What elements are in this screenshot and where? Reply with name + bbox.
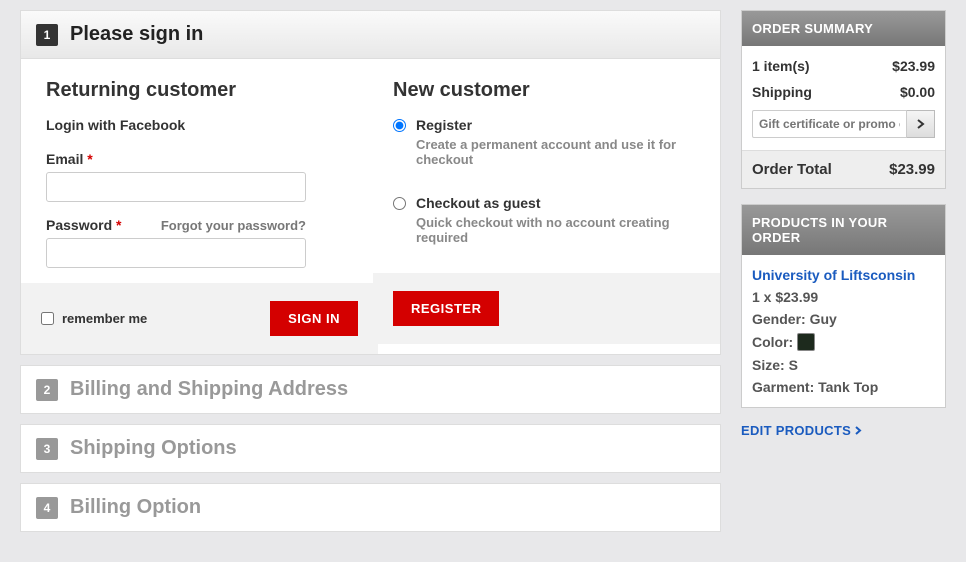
color-swatch — [797, 333, 815, 351]
step-billing-panel[interactable]: 2 Billing and Shipping Address — [20, 365, 721, 414]
step-2-number: 2 — [36, 379, 58, 401]
new-customer-heading: New customer — [393, 79, 700, 102]
step-4-title: Billing Option — [70, 496, 201, 519]
step-1-number: 1 — [36, 24, 58, 46]
shipping-label: Shipping — [752, 84, 812, 100]
step-3-title: Shipping Options — [70, 437, 237, 460]
guest-option[interactable]: Checkout as guest Quick checkout with no… — [393, 195, 700, 245]
email-label: Email * — [46, 151, 93, 167]
password-label: Password * — [46, 217, 121, 233]
register-label: Register — [416, 117, 472, 133]
product-color: Color: — [752, 333, 935, 351]
products-box: PRODUCTS IN YOUR ORDER University of Lif… — [741, 204, 946, 408]
signin-footer: remember me SIGN IN — [21, 283, 378, 354]
items-value: $23.99 — [892, 58, 935, 74]
product-gender: Gender: Guy — [752, 311, 935, 327]
returning-heading: Returning customer — [46, 79, 353, 102]
shipping-value: $0.00 — [900, 84, 935, 100]
email-input[interactable] — [46, 172, 306, 202]
product-size: Size: S — [752, 357, 935, 373]
password-field-wrap: Password * Forgot your password? — [46, 217, 353, 268]
order-total-label: Order Total — [752, 161, 832, 178]
new-customer-col: New customer Register Create a permanent… — [383, 79, 700, 354]
guest-label: Checkout as guest — [416, 195, 540, 211]
products-heading: PRODUCTS IN YOUR ORDER — [742, 205, 945, 255]
register-option[interactable]: Register Create a permanent account and … — [393, 117, 700, 167]
email-field-wrap: Email * — [46, 151, 353, 202]
chevron-right-icon — [855, 426, 862, 435]
guest-radio[interactable] — [393, 197, 406, 210]
step-1-title: Please sign in — [70, 23, 203, 46]
password-input[interactable] — [46, 238, 306, 268]
product-garment: Garment: Tank Top — [752, 379, 935, 395]
forgot-password-link[interactable]: Forgot your password? — [161, 218, 306, 233]
items-label: 1 item(s) — [752, 58, 810, 74]
remember-me-checkbox[interactable] — [41, 312, 54, 325]
register-desc: Create a permanent account and use it fo… — [416, 137, 700, 167]
promo-apply-button[interactable] — [907, 110, 935, 138]
step-signin-panel: 1 Please sign in Returning customer Logi… — [20, 10, 721, 355]
signin-button[interactable]: SIGN IN — [270, 301, 358, 336]
guest-desc: Quick checkout with no account creating … — [416, 215, 700, 245]
signin-body: Returning customer Login with Facebook E… — [21, 59, 720, 354]
product-name-link[interactable]: University of Liftsconsin — [752, 267, 935, 283]
promo-input[interactable] — [752, 110, 907, 138]
order-summary-box: ORDER SUMMARY 1 item(s) $23.99 Shipping … — [741, 10, 946, 189]
order-total-value: $23.99 — [889, 161, 935, 178]
register-footer: REGISTER — [373, 273, 720, 344]
required-asterisk: * — [116, 217, 121, 233]
edit-products-link[interactable]: EDIT PRODUCTS — [741, 423, 946, 438]
step-4-number: 4 — [36, 497, 58, 519]
step-1-header: 1 Please sign in — [21, 11, 720, 59]
chevron-right-icon — [917, 119, 925, 129]
step-2-title: Billing and Shipping Address — [70, 378, 348, 401]
step-3-number: 3 — [36, 438, 58, 460]
required-asterisk: * — [87, 151, 92, 167]
main-column: 1 Please sign in Returning customer Logi… — [20, 10, 721, 542]
returning-customer-col: Returning customer Login with Facebook E… — [46, 79, 353, 354]
facebook-login-link[interactable]: Login with Facebook — [46, 117, 353, 133]
step-billing-option-panel[interactable]: 4 Billing Option — [20, 483, 721, 532]
order-summary-heading: ORDER SUMMARY — [742, 11, 945, 46]
remember-me-wrap[interactable]: remember me — [41, 311, 147, 326]
register-radio[interactable] — [393, 119, 406, 132]
sidebar: ORDER SUMMARY 1 item(s) $23.99 Shipping … — [741, 10, 946, 542]
remember-me-label: remember me — [62, 311, 147, 326]
register-button[interactable]: REGISTER — [393, 291, 499, 326]
product-qty-price: 1 x $23.99 — [752, 289, 935, 305]
step-shipping-panel[interactable]: 3 Shipping Options — [20, 424, 721, 473]
